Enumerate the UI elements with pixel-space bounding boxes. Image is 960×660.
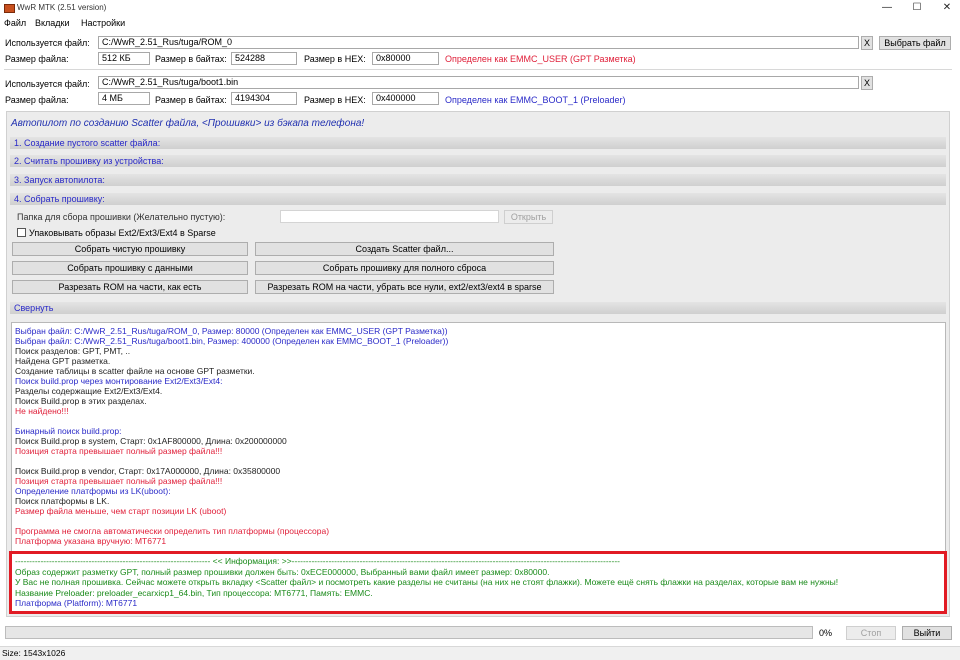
build-clean-button[interactable]: Собрать чистую прошивку — [12, 242, 248, 256]
split-rom-asis-button[interactable]: Разрезать ROM на части, как есть — [12, 280, 248, 294]
title-bar — [0, 0, 960, 16]
status-size: Size: 1543x1026 — [2, 648, 66, 658]
file1-size-field[interactable]: 512 КБ — [98, 52, 150, 65]
minimize-button[interactable]: — — [872, 0, 902, 16]
log-line: Размер файла меньше, чем старт позиции L… — [15, 506, 227, 516]
log-line: Создание таблицы в scatter файле на осно… — [15, 366, 255, 376]
section-run-autopilot[interactable]: 3. Запуск автопилота: — [10, 174, 946, 186]
log-line: Поиск build.prop через монтирование Ext2… — [15, 376, 223, 386]
file1-size-label: Размер файла: — [5, 54, 69, 64]
build-with-data-button[interactable]: Собрать прошивку с данными — [12, 261, 248, 275]
file2-size-field[interactable]: 4 МБ — [98, 92, 150, 105]
open-folder-button[interactable]: Открыть — [504, 210, 553, 224]
sparse-label: Упаковывать образы Ext2/Ext3/Ext4 в Spar… — [29, 228, 216, 238]
menu-file[interactable]: Файл — [4, 18, 26, 28]
menu-bar — [0, 16, 960, 31]
menu-tabs[interactable]: Вкладки — [35, 18, 70, 28]
file2-bytes-field[interactable]: 4194304 — [231, 92, 297, 105]
app-icon — [4, 4, 15, 13]
section-read-firmware[interactable]: 2. Считать прошивку из устройства: — [10, 155, 946, 167]
log-line: Выбран файл: C:/WwR_2.51_Rus/tuga/boot1.… — [15, 336, 449, 346]
log-line: Бинарный поиск build.prop: — [15, 426, 122, 436]
window-title: WwR MTK (2.51 version) — [17, 3, 107, 12]
maximize-button[interactable]: ☐ — [902, 0, 932, 16]
log-line: Поиск Build.prop в этих разделах. — [15, 396, 147, 406]
menu-settings[interactable]: Настройки — [81, 18, 125, 28]
file1-clear-button[interactable]: X — [861, 36, 873, 50]
log-line: Разделы содержащие Ext2/Ext3/Ext4. — [15, 386, 163, 396]
highlight-box — [9, 551, 947, 614]
split-rom-sparse-button[interactable]: Разрезать ROM на части, убрать все нули,… — [255, 280, 554, 294]
log-line: Не найдено!!! — [15, 406, 69, 416]
log-line: Поиск разделов: GPT, PMT, .. — [15, 346, 131, 356]
file1-hex-label: Размер в HEX: — [304, 54, 366, 64]
file1-hex-field[interactable]: 0x80000 — [372, 52, 439, 65]
file1-path-field[interactable]: C:/WwR_2.51_Rus/tuga/ROM_0 — [98, 36, 859, 49]
sparse-checkbox[interactable] — [17, 228, 26, 237]
log-line: Поиск Build.prop в system, Старт: 0x1AF8… — [15, 436, 287, 446]
choose-file-button[interactable]: Выбрать файл — [879, 36, 951, 50]
log-line: Поиск платформы в LK. — [15, 496, 110, 506]
folder-path-field[interactable] — [280, 210, 499, 223]
autopilot-heading: Автопилот по созданию Scatter файла, <Пр… — [11, 118, 365, 129]
progress-percent: 0% — [819, 628, 833, 638]
collapse-section[interactable]: Свернуть — [10, 302, 946, 314]
file2-size-label: Размер файла: — [5, 95, 69, 105]
file1-bytes-label: Размер в байтах: — [155, 54, 227, 64]
log-line: Позиция старта превышает полный размер ф… — [15, 446, 223, 456]
file1-label: Используется файл: — [5, 38, 90, 48]
file2-hex-label: Размер в HEX: — [304, 95, 366, 105]
file1-detected: Определен как EMMC_USER (GPT Разметка) — [445, 54, 636, 64]
build-full-reset-button[interactable]: Собрать прошивку для полного сброса — [255, 261, 554, 275]
log-line: Выбран файл: C:/WwR_2.51_Rus/tuga/ROM_0,… — [15, 326, 448, 336]
exit-button[interactable]: Выйти — [902, 626, 952, 640]
log-line: Позиция старта превышает полный размер ф… — [15, 476, 223, 486]
status-bar — [0, 646, 960, 660]
log-line: Программа не смогла автоматически опреде… — [15, 526, 330, 536]
close-button[interactable]: ✕ — [932, 0, 960, 16]
stop-button[interactable]: Стоп — [846, 626, 896, 640]
file2-path-field[interactable]: C:/WwR_2.51_Rus/tuga/boot1.bin — [98, 76, 859, 89]
log-line: Платформа указана вручную: MT6771 — [15, 536, 167, 546]
file2-detected: Определен как EMMC_BOOT_1 (Preloader) — [445, 95, 626, 105]
progress-bar — [5, 626, 813, 639]
file2-hex-field[interactable]: 0x400000 — [372, 92, 439, 105]
log-line: Найдена GPT разметка. — [15, 356, 111, 366]
divider — [4, 69, 952, 70]
log-line: Определение платформы из LK(uboot): — [15, 486, 171, 496]
file2-bytes-label: Размер в байтах: — [155, 95, 227, 105]
section-create-scatter[interactable]: 1. Создание пустого scatter файла: — [10, 137, 946, 149]
folder-label: Папка для сбора прошивки (Желательно пус… — [17, 212, 226, 222]
log-line: Поиск Build.prop в vendor, Старт: 0x17A0… — [15, 466, 281, 476]
file1-bytes-field[interactable]: 524288 — [231, 52, 297, 65]
file2-label: Используется файл: — [5, 79, 90, 89]
section-build-firmware[interactable]: 4. Собрать прошивку: — [10, 193, 946, 205]
create-scatter-button[interactable]: Создать Scatter файл... — [255, 242, 554, 256]
file2-clear-button[interactable]: X — [861, 76, 873, 90]
